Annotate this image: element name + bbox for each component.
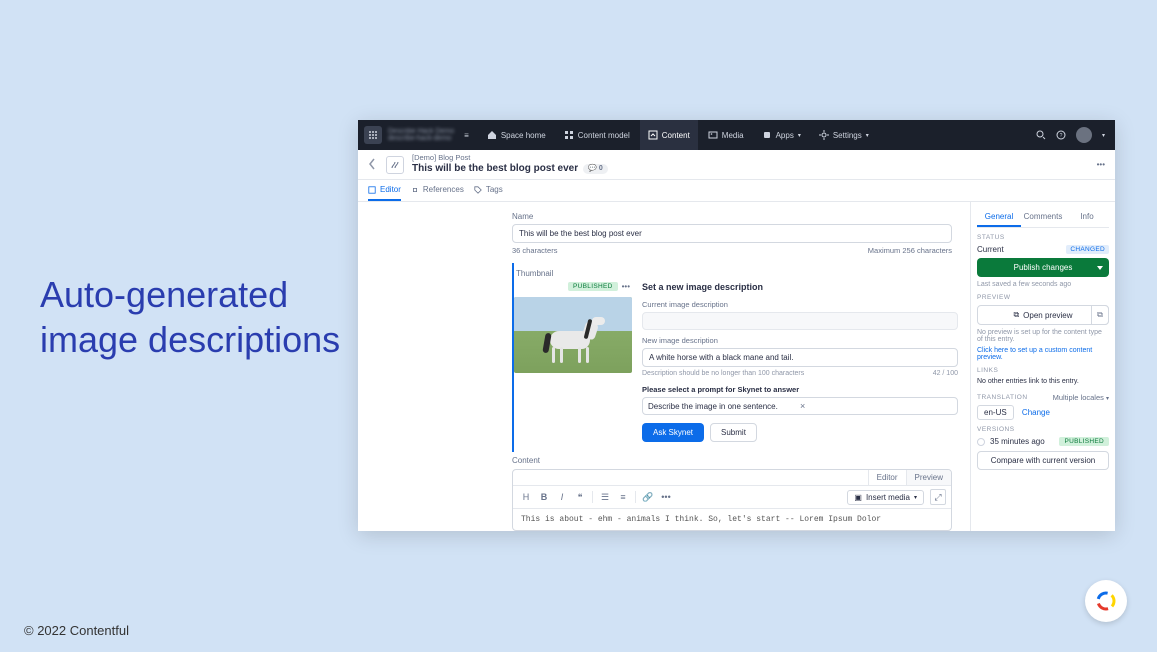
nav-settings[interactable]: Settings▾ (811, 120, 877, 150)
comments-badge[interactable]: 💬 0 (583, 164, 608, 174)
nav-content[interactable]: Content (640, 120, 698, 150)
change-locale-link[interactable]: Change (1022, 408, 1050, 417)
entry-title: This will be the best blog post ever (412, 163, 578, 175)
links-none-text: No other entries link to this entry. (977, 378, 1109, 385)
rte-italic-button[interactable]: I (554, 489, 570, 505)
rte-ol-button[interactable]: ≡ (615, 489, 631, 505)
editor-main: Name 36 characters Maximum 256 character… (358, 202, 970, 531)
rte-tab-preview[interactable]: Preview (906, 470, 951, 485)
nav-space-home[interactable]: Space home (479, 120, 554, 150)
nav-content-model[interactable]: Content model (556, 120, 638, 150)
content-label: Content (512, 456, 952, 465)
entry-sidebar: General Comments Info STATUS Current CHA… (970, 202, 1115, 531)
rte-link-button[interactable]: 🔗 (640, 489, 656, 505)
rte-bold-button[interactable]: B (536, 489, 552, 505)
submit-button[interactable]: Submit (710, 423, 757, 442)
name-label: Name (512, 212, 533, 221)
status-changed-badge: CHANGED (1066, 245, 1109, 254)
rte-fullscreen-button[interactable]: ⤢ (930, 489, 946, 505)
last-saved-text: Last saved a few seconds ago (977, 281, 1109, 288)
space-selector[interactable]: Describe Hack Demo describe-hack-demo (388, 128, 454, 142)
copy-preview-icon[interactable]: ⧉ (1091, 305, 1109, 325)
version-radio[interactable] (977, 438, 985, 446)
publish-button[interactable]: Publish changes (977, 258, 1109, 277)
links-heading: LINKS (977, 367, 1109, 374)
top-nav-bar: Describe Hack Demo describe-hack-demo ≡ … (358, 120, 1115, 150)
nav-apps[interactable]: Apps▾ (754, 120, 809, 150)
entry-tabs: Editor References Tags (358, 180, 1115, 202)
name-char-count: 36 characters (512, 246, 557, 255)
compare-version-button[interactable]: Compare with current version (977, 451, 1109, 470)
setup-preview-link[interactable]: Click here to set up a custom content pr… (977, 347, 1109, 361)
current-desc-label: Current image description (642, 300, 958, 309)
user-menu-chevron-icon[interactable]: ▾ (1102, 132, 1105, 139)
rte-heading-button[interactable]: H (518, 489, 534, 505)
new-desc-input[interactable] (642, 348, 958, 367)
version-row[interactable]: 35 minutes ago PUBLISHED (977, 437, 1109, 446)
user-avatar[interactable] (1076, 127, 1092, 143)
new-desc-label: New image description (642, 336, 958, 345)
svg-text:?: ? (1060, 133, 1063, 139)
thumbnail-status-badge: PUBLISHED (568, 282, 618, 291)
ask-skynet-button[interactable]: Ask Skynet (642, 423, 704, 442)
rte-quote-button[interactable]: ❝ (572, 489, 588, 505)
entry-more-menu[interactable]: ••• (1097, 160, 1105, 169)
sidebar-tab-general[interactable]: General (977, 208, 1021, 227)
external-link-icon: ⧉ (1013, 310, 1019, 320)
desc-hint: Description should be no longer than 100… (642, 370, 804, 377)
app-window: Describe Hack Demo describe-hack-demo ≡ … (358, 120, 1115, 531)
name-input[interactable] (512, 224, 952, 243)
tab-tags[interactable]: Tags (474, 180, 503, 201)
prompt-label: Please select a prompt for Skynet to ans… (642, 385, 958, 394)
thumbnail-image[interactable] (514, 297, 632, 373)
content-type-label: [Demo] Blog Post (412, 154, 608, 163)
status-current-label: Current (977, 245, 1004, 254)
status-heading: STATUS (977, 234, 1109, 241)
current-desc-value (642, 312, 958, 330)
back-button[interactable] (368, 158, 376, 172)
multiple-locales-button[interactable]: Multiple locales ▾ (1053, 393, 1109, 402)
image-desc-heading: Set a new image description (642, 282, 958, 292)
translation-heading: TRANSLATION (977, 394, 1028, 401)
env-menu-icon[interactable]: ≡ (464, 131, 469, 140)
open-preview-button[interactable]: ⧉ Open preview ⧉ (977, 305, 1109, 325)
version-published-badge: PUBLISHED (1059, 437, 1109, 446)
thumbnail-label: Thumbnail (516, 269, 958, 278)
name-max-chars: Maximum 256 characters (868, 246, 952, 255)
locale-chip: en-US (977, 405, 1014, 420)
preview-heading: PREVIEW (977, 294, 1109, 301)
tab-references[interactable]: References (411, 180, 464, 201)
insert-media-button[interactable]: ▣Insert media▾ (847, 490, 924, 505)
version-time: 35 minutes ago (990, 437, 1045, 446)
no-preview-text: No preview is set up for the content typ… (977, 329, 1109, 343)
rte-ul-button[interactable]: ☰ (597, 489, 613, 505)
prompt-clear-icon[interactable]: × (800, 401, 952, 411)
rte-tab-editor[interactable]: Editor (868, 470, 906, 485)
nav-media[interactable]: Media (700, 120, 752, 150)
slide-footer: © 2022 Contentful (24, 623, 129, 638)
sidebar-tab-info[interactable]: Info (1065, 208, 1109, 227)
versions-heading: VERSIONS (977, 426, 1109, 433)
rte-content[interactable]: This is about - ehm - animals I think. S… (513, 509, 951, 530)
search-icon[interactable] (1036, 130, 1046, 140)
image-icon: ▣ (854, 493, 862, 502)
tab-editor[interactable]: Editor (368, 180, 401, 201)
content-type-icon (386, 156, 404, 174)
app-switcher-button[interactable] (364, 126, 382, 144)
thumbnail-more-icon[interactable]: ••• (622, 282, 630, 291)
rte-more-button[interactable]: ••• (658, 489, 674, 505)
sidebar-tab-comments[interactable]: Comments (1021, 208, 1065, 227)
prompt-select[interactable]: Describe the image in one sentence. × (642, 397, 958, 415)
help-icon[interactable]: ? (1056, 130, 1066, 140)
contentful-logo (1085, 580, 1127, 622)
desc-count: 42 / 100 (933, 370, 958, 377)
slide-title: Auto-generated image descriptions (40, 272, 340, 362)
entry-header: [Demo] Blog Post This will be the best b… (358, 150, 1115, 180)
